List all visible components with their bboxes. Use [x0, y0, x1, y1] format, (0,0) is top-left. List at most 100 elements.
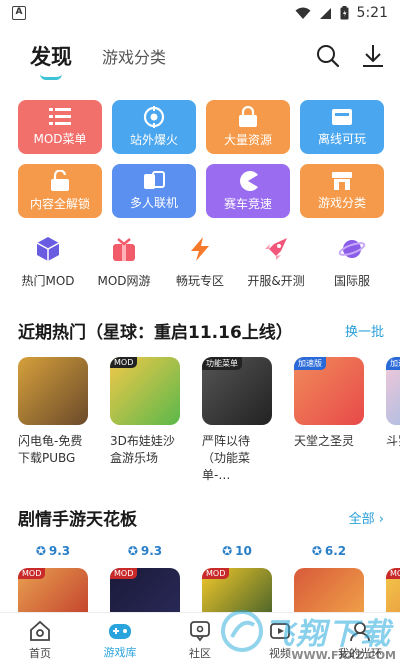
tab-discover[interactable]: 发现 [30, 41, 72, 80]
tile-label: 游戏分类 [317, 196, 366, 210]
tab-game-categories[interactable]: 游戏分类 [102, 44, 166, 68]
game-card[interactable]: MOD 3D布娃娃沙盒游乐场 [110, 357, 180, 484]
nav-label: 社区 [189, 646, 211, 660]
planet-icon [338, 240, 366, 258]
nav-label: 首页 [29, 646, 51, 660]
category-shortcuts: 热门MOD MOD网游 畅玩专区 开服&开测 国际服 [10, 234, 390, 289]
game-badge: MOD [386, 568, 400, 579]
rating [386, 542, 400, 560]
gamepad-icon [109, 623, 131, 639]
star-icon: ✪ [222, 544, 233, 558]
rating: ✪ 10 [202, 542, 272, 560]
section-story-games: 剧情手游天花板 全部 › [18, 505, 384, 530]
status-bar: A 5:21 [0, 0, 400, 26]
rocket-icon [265, 238, 287, 260]
game-badge: MOD [110, 568, 138, 579]
watermark-logo-icon [221, 610, 263, 652]
rating-value: 10 [235, 544, 252, 558]
watermark-text: 飞翔下载 [264, 617, 392, 652]
game-badge: 加速版 [294, 357, 326, 370]
star-icon: ✪ [311, 544, 322, 558]
tile-label: 离线可玩 [317, 132, 366, 146]
tile-label: 大量资源 [223, 133, 272, 147]
store-icon [332, 172, 352, 190]
rating-value: 6.2 [324, 544, 347, 558]
category-free-play[interactable]: 畅玩专区 [162, 234, 238, 289]
battery-icon [340, 6, 349, 20]
rating: ✪ 6.2 [294, 542, 364, 560]
tile-multiplayer[interactable]: 多人联机 [112, 164, 196, 218]
game-thumbnail: 加速版 [294, 357, 364, 425]
game-thumbnail [18, 357, 88, 425]
section-title: 近期热门（星球：重启11.16上线） [18, 323, 293, 343]
notification-a-icon: A [12, 6, 26, 20]
tab-discover-label: 发现 [30, 45, 72, 69]
star-icon: ✪ [127, 544, 138, 558]
nav-game-library[interactable]: 游戏库 [80, 613, 160, 667]
category-hot-mod[interactable]: 热门MOD [10, 234, 86, 289]
view-all-label: 全部 [348, 512, 375, 527]
section-title: 剧情手游天花板 [18, 510, 137, 530]
category-label: 国际服 [333, 274, 370, 288]
tile-racing[interactable]: 赛车竞速 [206, 164, 290, 218]
tile-game-categories[interactable]: 游戏分类 [300, 164, 384, 218]
tile-many-resources[interactable]: 大量资源 [206, 100, 290, 154]
game-card[interactable]: 功能菜单 严阵以待（功能菜单-… [202, 357, 272, 484]
hot-games-list: 闪电龟-免费下载PUBG MOD 3D布娃娃沙盒游乐场 功能菜单 严阵以待（功能… [18, 357, 400, 484]
top-header: 发现 游戏分类 [0, 34, 400, 80]
category-mod-online[interactable]: MOD网游 [86, 234, 162, 289]
tile-label: MOD菜单 [33, 132, 87, 146]
refresh-link[interactable]: 换一批 [345, 321, 384, 340]
game-card[interactable]: 加速版 斗罗武魂 [386, 357, 400, 484]
game-thumbnail: 加速版 [386, 357, 400, 425]
game-thumbnail: MOD [110, 357, 180, 425]
view-all-link[interactable]: 全部 › [349, 508, 384, 527]
category-international[interactable]: 国际服 [314, 234, 390, 289]
chat-icon [190, 620, 210, 641]
game-badge: 功能菜单 [202, 357, 242, 370]
game-name: 闪电龟-免费下载PUBG [18, 434, 83, 465]
pacman-icon [240, 171, 258, 191]
game-badge: MOD [110, 357, 138, 368]
nav-home[interactable]: 首页 [0, 613, 80, 667]
game-name: 3D布娃娃沙盒游乐场 [110, 434, 175, 465]
box-icon [332, 109, 352, 125]
status-time: 5:21 [356, 5, 388, 21]
category-label: 热门MOD [21, 274, 75, 288]
search-icon[interactable] [316, 44, 340, 68]
category-label: MOD网游 [97, 274, 151, 288]
tile-hot-outside[interactable]: 站外爆火 [112, 100, 196, 154]
bolt-icon [191, 237, 209, 261]
game-badge: MOD [202, 568, 230, 579]
list-icon [49, 108, 71, 125]
game-name: 斗罗武魂 [386, 434, 400, 448]
signal-icon [319, 7, 331, 19]
tile-label: 多人联机 [129, 196, 178, 210]
game-name: 天堂之圣灵 [294, 434, 355, 448]
watermark-url: WWW.FXXZ.COM [291, 649, 396, 662]
tile-unlock-all[interactable]: 内容全解锁 [18, 164, 102, 218]
unlock-icon [51, 170, 69, 191]
rating: ✪ 9.3 [110, 542, 180, 560]
game-name: 严阵以待（功能菜单-… [202, 434, 251, 482]
game-card[interactable]: 闪电龟-免费下载PUBG [18, 357, 88, 484]
gift-icon [113, 238, 135, 261]
tile-offline-playable[interactable]: 离线可玩 [300, 100, 384, 154]
section-recent-hot: 近期热门（星球：重启11.16上线） 换一批 [18, 318, 384, 343]
game-badge: MOD [18, 568, 46, 579]
star-icon: ✪ [35, 544, 46, 558]
status-icons: 5:21 [295, 5, 388, 21]
tile-label: 站外爆火 [129, 133, 178, 147]
game-card[interactable]: 加速版 天堂之圣灵 [294, 357, 364, 484]
target-icon [143, 106, 165, 128]
category-label: 畅玩专区 [175, 274, 224, 288]
nav-label: 游戏库 [103, 645, 137, 659]
wifi-icon [295, 7, 311, 19]
game-badge: 加速版 [386, 357, 400, 370]
watermark: 飞翔下载 WWW.FXXZ.COM [220, 600, 400, 662]
download-icon[interactable] [362, 44, 384, 68]
category-label: 开服&开测 [247, 274, 305, 288]
category-server-launch[interactable]: 开服&开测 [238, 234, 314, 289]
tile-mod-menu[interactable]: MOD菜单 [18, 100, 102, 154]
tile-label: 赛车竞速 [223, 197, 272, 211]
